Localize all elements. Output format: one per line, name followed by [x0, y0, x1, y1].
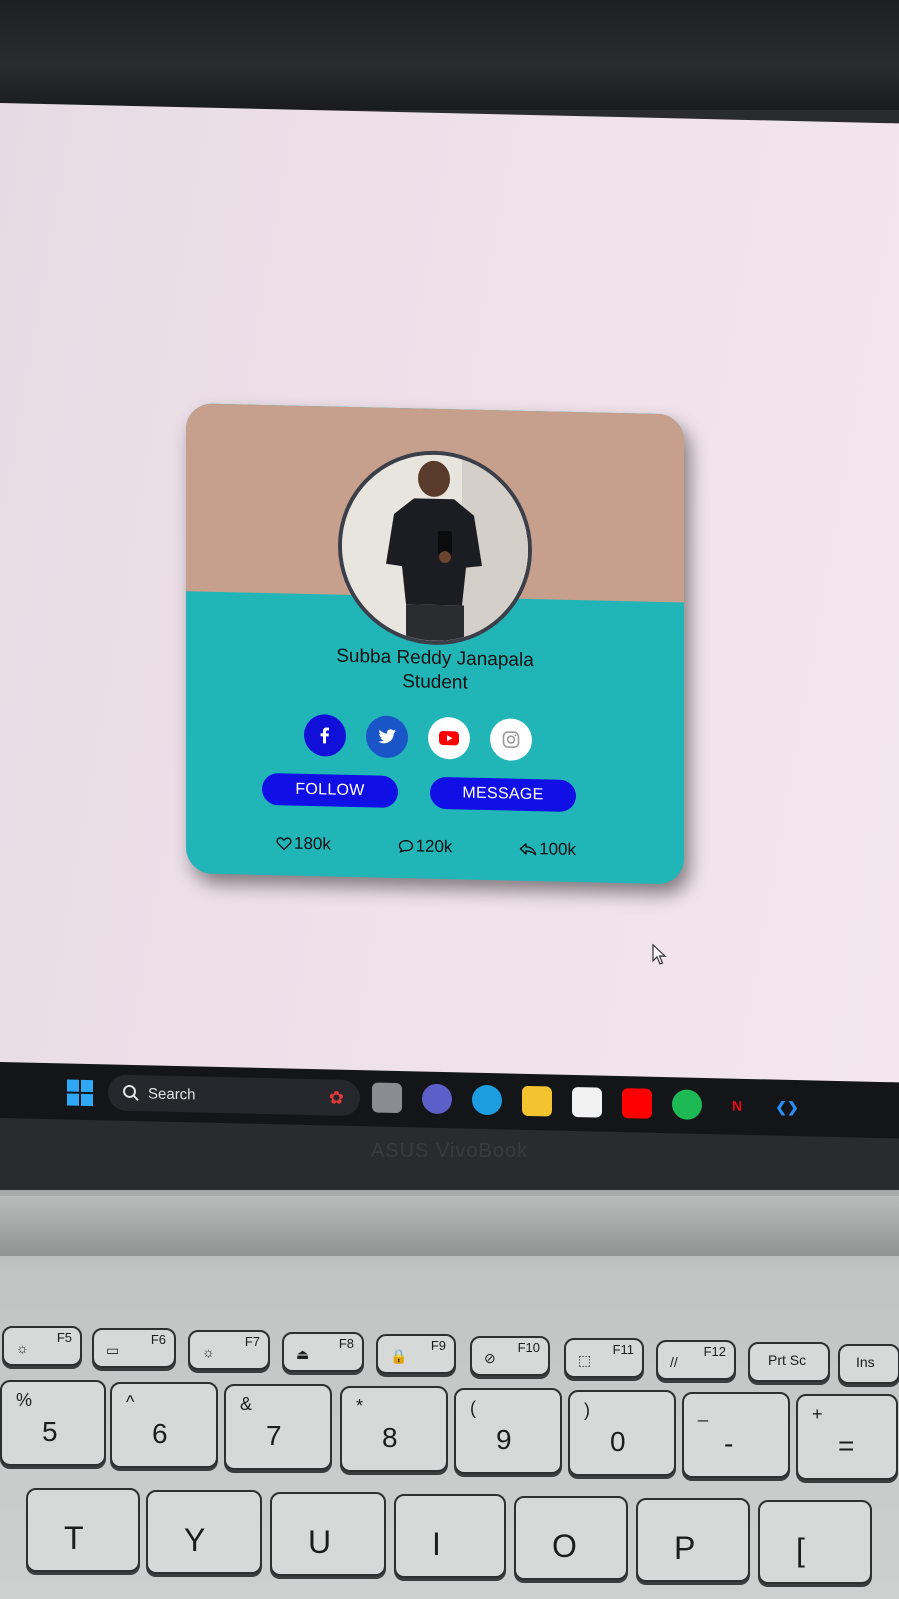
key-f5[interactable]: ☼ F5	[2, 1326, 82, 1366]
windows-start-icon[interactable]	[66, 1078, 94, 1107]
facebook-button[interactable]	[304, 713, 346, 757]
store-icon[interactable]	[572, 1086, 602, 1118]
key-f11[interactable]: ⬚ F11	[564, 1338, 644, 1378]
instagram-icon	[502, 731, 520, 748]
likes-stat[interactable]: 180k	[276, 833, 331, 854]
laptop-bezel	[0, 0, 899, 110]
key-equals[interactable]: + =	[796, 1394, 898, 1480]
key-9[interactable]: (9	[454, 1388, 562, 1474]
key-0[interactable]: ) 0	[568, 1390, 676, 1476]
key-i[interactable]: I	[394, 1494, 506, 1578]
shares-count: 100k	[539, 839, 576, 860]
key-f12[interactable]: //F12	[656, 1340, 736, 1380]
shares-stat[interactable]: 100k	[519, 839, 576, 860]
youtube-icon[interactable]	[622, 1088, 652, 1119]
key-f10[interactable]: ⊘ F10	[470, 1336, 550, 1376]
laptop-hinge	[0, 1196, 899, 1256]
file-explorer-icon[interactable]	[522, 1085, 552, 1117]
key-bracket-left[interactable]: [	[758, 1500, 872, 1584]
edge-icon[interactable]	[472, 1084, 502, 1116]
comments-count: 120k	[415, 836, 453, 857]
key-minus[interactable]: _ -	[682, 1392, 790, 1478]
taskbar-search[interactable]: Search ✿	[108, 1074, 360, 1117]
share-icon	[519, 843, 537, 856]
spotify-icon[interactable]	[672, 1089, 702, 1120]
follow-button[interactable]: FOLLOW	[262, 772, 398, 809]
key-u[interactable]: U	[270, 1492, 386, 1576]
key-7[interactable]: & 7	[224, 1384, 332, 1470]
key-f9[interactable]: 🔒 F9	[376, 1334, 456, 1374]
profile-card: Subba Reddy Janapala Student FOLLOW MESS…	[186, 403, 684, 885]
teams-icon[interactable]	[422, 1083, 452, 1115]
netflix-icon[interactable]: N	[722, 1090, 752, 1122]
key-f6[interactable]: ▭ F6	[92, 1328, 176, 1368]
taskbar-pinned-apps: N ❮❯	[372, 1082, 802, 1123]
key-8[interactable]: * 8	[340, 1386, 448, 1472]
key-prtsc[interactable]: Prt Sc	[748, 1342, 830, 1382]
comments-stat[interactable]: 120k	[398, 836, 453, 857]
key-t[interactable]: T	[26, 1488, 140, 1572]
key-insert[interactable]: Ins	[838, 1344, 899, 1384]
key-p[interactable]: P	[636, 1498, 750, 1582]
youtube-button[interactable]	[428, 716, 470, 760]
laptop-screen: Subba Reddy Janapala Student FOLLOW MESS…	[0, 103, 899, 1114]
laptop-brand-logo: ASUS VivoBook	[370, 1140, 529, 1162]
key-6[interactable]: ^ 6	[110, 1382, 218, 1468]
vscode-icon[interactable]: ❮❯	[772, 1091, 802, 1123]
search-label: Search	[148, 1084, 196, 1103]
task-view-icon[interactable]	[372, 1082, 402, 1114]
comment-icon	[398, 840, 413, 854]
key-5[interactable]: % 5	[0, 1380, 106, 1466]
key-f7[interactable]: ☼ F7	[188, 1330, 270, 1370]
mouse-cursor-icon	[652, 943, 667, 965]
social-links	[304, 713, 532, 762]
avatar-photo	[342, 452, 528, 643]
facebook-icon	[320, 727, 329, 744]
youtube-icon	[439, 731, 459, 746]
widgets-gift-icon[interactable]: ✿	[329, 1087, 344, 1108]
heart-icon	[276, 837, 292, 851]
search-icon	[123, 1084, 139, 1101]
twitter-icon	[378, 729, 396, 744]
instagram-button[interactable]	[490, 718, 532, 762]
key-y[interactable]: Y	[146, 1490, 262, 1574]
profile-stats: 180k 120k 100k	[276, 833, 576, 860]
likes-count: 180k	[294, 833, 331, 854]
key-o[interactable]: O	[514, 1496, 628, 1580]
twitter-button[interactable]	[366, 715, 408, 759]
key-f8[interactable]: ⏏ F8	[282, 1332, 364, 1372]
message-button[interactable]: MESSAGE	[430, 776, 576, 813]
